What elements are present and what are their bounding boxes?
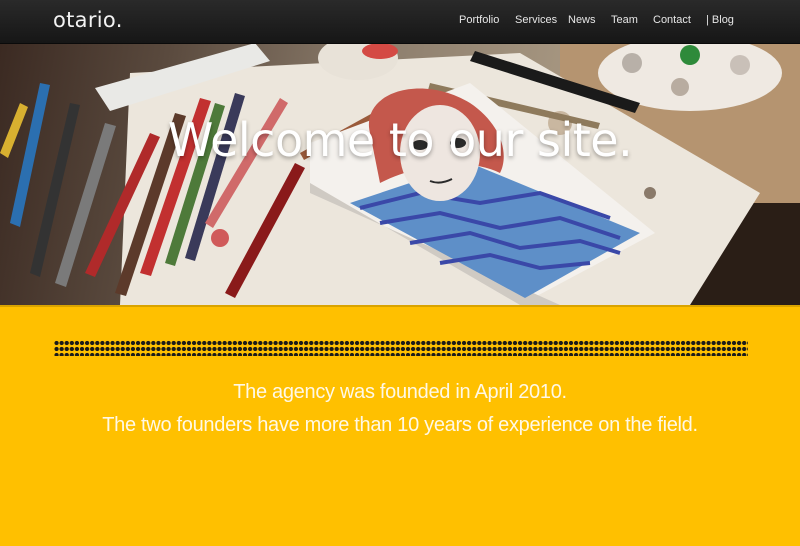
about-section: The agency was founded in April 2010. Th… xyxy=(0,305,800,546)
palette-well xyxy=(671,78,689,96)
nav-item-team[interactable]: Team xyxy=(611,14,638,26)
page: otario. Portfolio Services News Team Con… xyxy=(0,0,800,546)
about-line-2: The two founders have more than 10 years… xyxy=(102,414,698,436)
nav-item-news[interactable]: News xyxy=(568,14,596,26)
paint-splotch xyxy=(211,229,229,247)
nav-item-portfolio[interactable]: Portfolio xyxy=(459,14,499,26)
dotted-divider xyxy=(54,340,748,356)
about-line-1: The agency was founded in April 2010. xyxy=(233,381,567,403)
nav-item-services[interactable]: Services xyxy=(515,14,557,26)
paint-splotch xyxy=(644,187,656,199)
nav-item-blog[interactable]: | Blog xyxy=(706,14,734,26)
hero-title: Welcome to our site. xyxy=(167,113,633,167)
palette-well xyxy=(622,53,642,73)
hero-illustration xyxy=(0,43,800,305)
palette-well xyxy=(680,45,700,65)
palette-well xyxy=(730,55,750,75)
paint-jar-lid xyxy=(362,43,398,59)
hero-banner: Welcome to our site. xyxy=(0,43,800,305)
site-logo[interactable]: otario. xyxy=(53,8,123,32)
nav-item-contact[interactable]: Contact xyxy=(653,14,691,26)
top-navigation-bar: otario. Portfolio Services News Team Con… xyxy=(0,0,800,44)
